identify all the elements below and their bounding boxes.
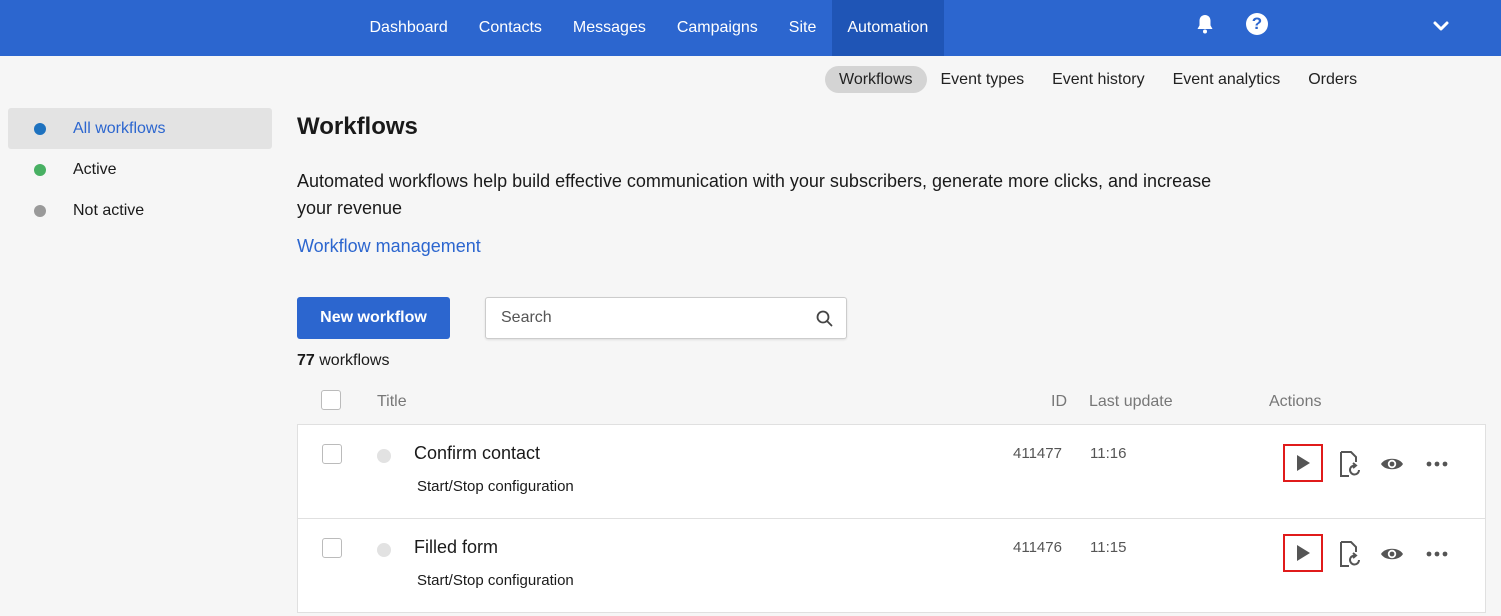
row-checkbox[interactable] — [322, 444, 342, 464]
bell-icon[interactable] — [1193, 12, 1217, 36]
header-last-update[interactable]: Last update — [1089, 393, 1173, 411]
search-box — [485, 297, 847, 339]
sidebar: All workflows Active Not active — [8, 108, 272, 231]
more-horizontal-icon — [1426, 551, 1448, 557]
tab-event-types[interactable]: Event types — [927, 66, 1039, 93]
count-label: workflows — [319, 352, 390, 369]
status-dot — [34, 204, 46, 217]
row-checkbox[interactable] — [322, 538, 342, 558]
preview-button[interactable] — [1378, 540, 1406, 568]
tab-event-history[interactable]: Event history — [1038, 66, 1158, 93]
chevron-down-icon[interactable] — [1431, 16, 1451, 36]
nav-contacts[interactable]: Contacts — [463, 0, 557, 56]
sidebar-item-not-active[interactable]: Not active — [8, 190, 272, 231]
header-title[interactable]: Title — [377, 393, 407, 411]
workflow-subtitle: Start/Stop configuration — [417, 572, 574, 589]
workflow-subtitle: Start/Stop configuration — [417, 478, 574, 495]
search-icon[interactable] — [816, 310, 833, 327]
status-dot — [34, 122, 46, 135]
nav-campaigns[interactable]: Campaigns — [661, 0, 773, 56]
sub-nav: Workflows Event types Event history Even… — [825, 66, 1371, 93]
table-row: Confirm contact Start/Stop configuration… — [297, 424, 1486, 519]
main-nav: Dashboard Contacts Messages Campaigns Si… — [354, 0, 944, 56]
sidebar-item-active[interactable]: Active — [8, 149, 272, 190]
table-header: Title ID Last update Actions — [297, 390, 1487, 412]
page-title: Workflows — [297, 113, 418, 140]
count-number: 77 — [297, 352, 315, 369]
version-history-button[interactable] — [1336, 450, 1364, 478]
eye-icon — [1381, 458, 1403, 470]
nav-site[interactable]: Site — [773, 0, 832, 56]
more-actions-button[interactable] — [1423, 450, 1451, 478]
start-button[interactable] — [1283, 534, 1323, 572]
page-description: Automated workflows help build effective… — [297, 171, 1212, 218]
workflow-count: 77 workflows — [297, 352, 389, 370]
play-icon — [1297, 545, 1310, 561]
new-workflow-button[interactable]: New workflow — [297, 297, 450, 339]
more-actions-button[interactable] — [1423, 540, 1451, 568]
sidebar-item-all-workflows[interactable]: All workflows — [8, 108, 272, 149]
header-id[interactable]: ID — [1051, 393, 1067, 411]
search-input[interactable] — [486, 298, 786, 338]
sidebar-item-label: Not active — [73, 201, 145, 219]
workflow-id: 411476 — [1013, 539, 1062, 556]
top-bar: Dashboard Contacts Messages Campaigns Si… — [0, 0, 1501, 56]
question-circle-icon[interactable]: ? — [1246, 13, 1268, 35]
nav-messages[interactable]: Messages — [557, 0, 661, 56]
workflow-last-update: 11:15 — [1090, 539, 1127, 556]
sidebar-item-label: Active — [73, 160, 117, 178]
document-refresh-icon — [1340, 451, 1360, 477]
nav-automation[interactable]: Automation — [831, 0, 944, 56]
eye-icon — [1381, 548, 1403, 560]
status-dot — [34, 163, 46, 176]
status-dot — [377, 449, 391, 463]
tab-event-analytics[interactable]: Event analytics — [1159, 66, 1295, 93]
more-horizontal-icon — [1426, 461, 1448, 467]
sidebar-item-label: All workflows — [73, 119, 166, 137]
table-row: Filled form Start/Stop configuration 411… — [297, 518, 1486, 613]
header-actions: Actions — [1269, 393, 1322, 410]
tab-workflows[interactable]: Workflows — [825, 66, 927, 93]
play-icon — [1297, 455, 1310, 471]
preview-button[interactable] — [1378, 450, 1406, 478]
select-all-checkbox[interactable] — [321, 390, 341, 410]
document-refresh-icon — [1340, 541, 1360, 567]
nav-dashboard[interactable]: Dashboard — [354, 0, 463, 56]
tab-orders[interactable]: Orders — [1294, 66, 1371, 93]
start-button[interactable] — [1283, 444, 1323, 482]
workflow-management-link[interactable]: Workflow management — [297, 236, 481, 257]
workflow-name[interactable]: Filled form — [414, 537, 498, 558]
workflow-id: 411477 — [1013, 445, 1062, 462]
version-history-button[interactable] — [1336, 540, 1364, 568]
workflow-name[interactable]: Confirm contact — [414, 443, 540, 464]
workflow-last-update: 11:16 — [1090, 445, 1127, 462]
status-dot — [377, 543, 391, 557]
